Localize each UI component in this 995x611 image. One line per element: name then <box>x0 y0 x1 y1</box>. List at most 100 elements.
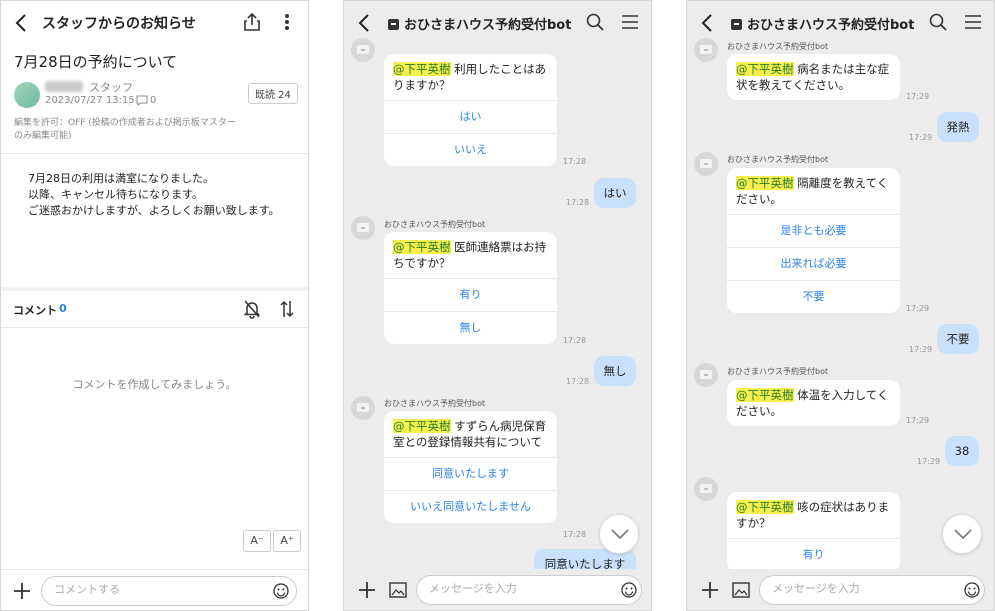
option-button[interactable]: いいえ同意いたしません <box>384 490 557 523</box>
message-input[interactable] <box>429 582 609 595</box>
emoji-icon[interactable] <box>273 583 289 599</box>
message-input[interactable] <box>772 582 952 595</box>
bot-message-text: @下平英樹 医師連絡票はお持ちですか？ <box>384 232 557 278</box>
option-button[interactable]: 不要 <box>727 280 900 313</box>
back-arrow-icon[interactable] <box>15 14 27 32</box>
more-options-icon[interactable] <box>281 12 293 32</box>
emoji-icon[interactable] <box>964 582 980 598</box>
bot-message: @下平英樹 すずらん病児保育室との登録情報共有について 同意いたします いいえ同… <box>384 411 557 523</box>
comment-count: 0 <box>150 95 157 106</box>
image-icon[interactable] <box>389 582 407 598</box>
plus-icon[interactable] <box>13 582 31 600</box>
section-gap <box>1 287 308 291</box>
comment-section-count: 0 <box>59 302 67 315</box>
chat-title: おひさまハウス予約受付bot <box>731 14 914 33</box>
sender-name: おひさまハウス予約受付bot <box>384 220 486 229</box>
user-message: はい <box>594 178 636 208</box>
share-icon[interactable] <box>243 12 261 32</box>
message-bar <box>687 569 994 610</box>
sender-name: おひさまハウス予約受付bot <box>727 367 829 376</box>
option-button[interactable]: いいえ <box>384 133 557 166</box>
chat-title-text: おひさまハウス予約受付bot <box>404 18 572 33</box>
chat-panel-1: おひさまハウス予約受付bot @下平英樹 利用したことはありますか？ はい いい… <box>343 0 652 611</box>
post-body-line: ご迷惑おかけしますが、よろしくお願い致します。 <box>28 204 280 217</box>
timestamp: 17:29 <box>909 345 933 354</box>
user-message: 発熱 <box>937 112 979 142</box>
bot-message: @下平英樹 隔離度を教えてください。 是非とも必要 出来れば必要 不要 <box>727 168 900 313</box>
post-title: 7月28日の予約について <box>14 53 178 71</box>
scroll-down-button[interactable] <box>599 514 639 554</box>
menu-icon[interactable] <box>621 14 639 30</box>
sort-icon[interactable] <box>279 299 295 319</box>
comment-section-label: コメント <box>13 304 57 317</box>
option-button[interactable]: はい <box>384 100 557 133</box>
message-input-box[interactable] <box>759 575 985 605</box>
chat-title-text: おひさまハウス予約受付bot <box>747 18 915 33</box>
menu-icon[interactable] <box>964 14 982 30</box>
bot-avatar[interactable] <box>694 477 718 501</box>
chevron-down-icon <box>954 529 972 539</box>
bot-avatar[interactable] <box>351 216 375 240</box>
empty-comment-message: コメントを作成してみましょう。 <box>72 378 237 391</box>
option-button[interactable]: 出来れば必要 <box>727 247 900 280</box>
option-button[interactable]: 無し <box>384 311 557 344</box>
sender-name: おひさまハウス予約受付bot <box>727 42 829 51</box>
bot-avatar[interactable] <box>351 396 375 420</box>
user-message: 38 <box>945 436 979 466</box>
notice-header: スタッフからのお知らせ <box>1 1 308 45</box>
chevron-down-icon <box>611 529 629 539</box>
font-decrease-button[interactable]: A⁻ <box>243 530 271 552</box>
sender-name: おひさまハウス予約受付bot <box>384 399 486 408</box>
notice-panel: スタッフからのお知らせ 7月28日の予約について スタッフ 2023/07/27… <box>0 0 309 611</box>
mention: @下平英樹 <box>736 500 794 514</box>
mention: @下平英樹 <box>393 419 451 433</box>
mention: @下平英樹 <box>736 388 794 402</box>
meta-separator: | <box>128 95 132 106</box>
option-button[interactable]: 有り <box>384 278 557 311</box>
comment-input-box[interactable] <box>41 576 297 606</box>
timestamp: 17:28 <box>563 336 587 345</box>
page-title: スタッフからのお知らせ <box>42 16 196 32</box>
bot-avatar[interactable] <box>694 38 718 62</box>
image-icon[interactable] <box>732 582 750 598</box>
search-icon[interactable] <box>929 13 947 31</box>
mention: @下平英樹 <box>393 62 451 76</box>
bot-message: @下平英樹 咳の症状はありますか？ 有り <box>727 492 900 572</box>
comment-icon <box>136 95 148 106</box>
option-button[interactable]: 是非とも必要 <box>727 214 900 247</box>
user-message: 無し <box>594 356 636 386</box>
timestamp: 17:29 <box>917 457 941 466</box>
message-input-box[interactable] <box>416 575 642 605</box>
bot-avatar[interactable] <box>351 38 375 62</box>
option-button[interactable]: 有り <box>727 538 900 571</box>
bot-avatar[interactable] <box>694 363 718 387</box>
post-date: 2023/07/27 13:15 <box>45 95 135 106</box>
comment-bar <box>1 569 308 610</box>
emoji-icon[interactable] <box>621 582 637 598</box>
bot-message-text: @下平英樹 隔離度を教えてください。 <box>727 168 900 214</box>
back-arrow-icon[interactable] <box>358 14 370 32</box>
mention: @下平英樹 <box>393 240 451 254</box>
timestamp: 17:29 <box>909 133 933 142</box>
option-button[interactable]: 同意いたします <box>384 457 557 490</box>
message-bar <box>344 569 651 610</box>
search-icon[interactable] <box>586 13 604 31</box>
plus-icon[interactable] <box>358 581 376 599</box>
comment-input[interactable] <box>54 583 254 596</box>
avatar[interactable] <box>14 82 40 108</box>
back-arrow-icon[interactable] <box>701 14 713 32</box>
bot-message-text: @下平英樹 病名または主な症状を教えてください。 <box>727 54 900 100</box>
bot-avatar[interactable] <box>694 152 718 176</box>
user-message: 不要 <box>937 324 979 354</box>
bot-message: @下平英樹 体温を入力してください。 <box>727 380 900 426</box>
post-body-line: 以降、キャンセル待ちになります。 <box>28 188 203 201</box>
font-increase-button[interactable]: A⁺ <box>273 530 301 552</box>
notification-off-icon[interactable] <box>243 299 261 319</box>
bot-message-text: @下平英樹 体温を入力してください。 <box>727 380 900 426</box>
scroll-down-button[interactable] <box>942 514 982 554</box>
plus-icon[interactable] <box>701 581 719 599</box>
sender-name: おひさまハウス予約受付bot <box>727 155 829 164</box>
author-name-blurred <box>45 81 83 92</box>
read-count-badge[interactable]: 既読 24 <box>248 83 298 104</box>
mention: @下平英樹 <box>736 62 794 76</box>
